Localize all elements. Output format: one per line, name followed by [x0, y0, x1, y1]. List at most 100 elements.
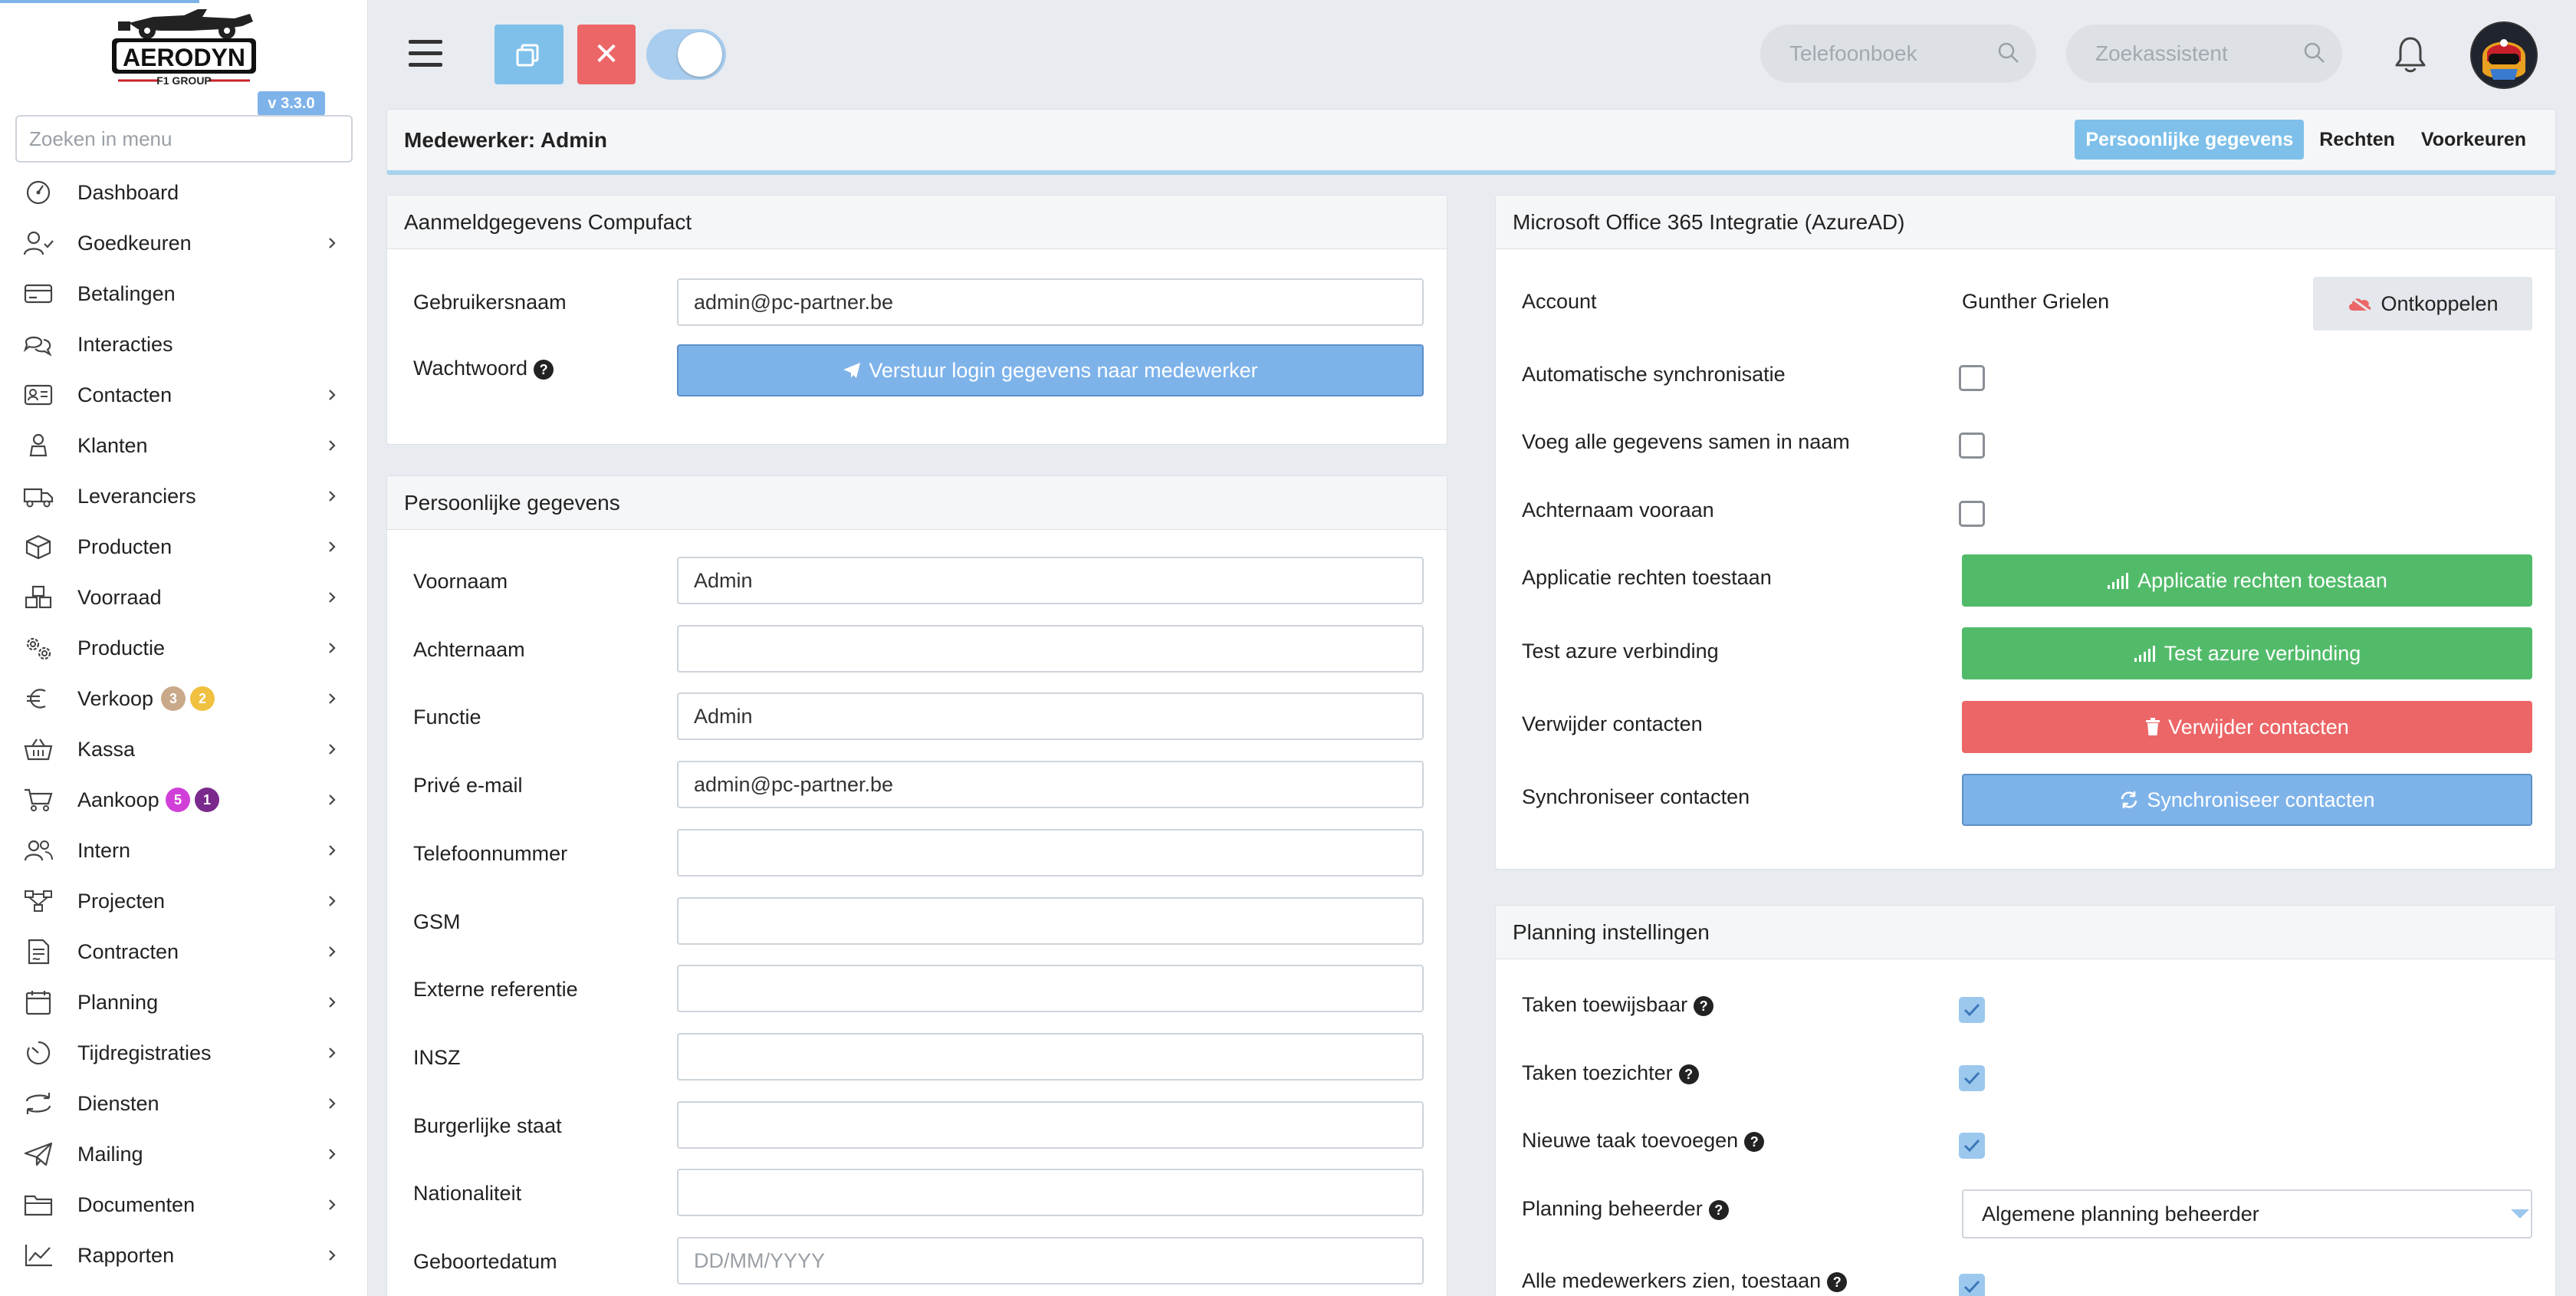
sidebar-item-interacties[interactable]: Interacties — [0, 319, 368, 370]
auto-sync-label: Automatische synchronisatie — [1522, 363, 1786, 386]
voornaam-input[interactable] — [677, 557, 1424, 604]
password-label: Wachtwoord? — [413, 357, 554, 380]
tab-voorkeuren[interactable]: Voorkeuren — [2410, 120, 2537, 160]
sidebar-item-planning[interactable]: Planning — [0, 977, 368, 1028]
notification-bell-icon[interactable] — [2394, 35, 2427, 74]
new-task-checkbox[interactable] — [1959, 1133, 1985, 1159]
gears-icon — [23, 635, 54, 661]
gsm-input[interactable] — [677, 897, 1424, 945]
auto-sync-checkbox[interactable] — [1959, 365, 1985, 391]
toggle-knob — [678, 32, 722, 77]
truck-icon — [23, 483, 54, 509]
diagram-icon — [23, 888, 54, 914]
help-icon[interactable]: ? — [1827, 1271, 1848, 1292]
test-connection-button[interactable]: Test azure verbinding — [1962, 627, 2532, 679]
sidebar-item-label: Rapporten — [77, 1243, 175, 1267]
sidebar-item-contracten[interactable]: Contracten — [0, 926, 368, 977]
app-rights-button[interactable]: Applicatie rechten toestaan — [1962, 554, 2532, 607]
nationaliteit-label: Nationaliteit — [413, 1182, 522, 1205]
functie-input[interactable] — [677, 692, 1424, 740]
send-login-button[interactable]: Verstuur login gegevens naar medewerker — [677, 344, 1424, 396]
search-icon[interactable] — [1996, 41, 2021, 65]
copy-icon — [516, 44, 539, 67]
sidebar-item-label: Goedkeuren — [77, 231, 192, 255]
sidebar-item-tijdregistraties[interactable]: Tijdregistraties — [0, 1028, 368, 1078]
duplicate-button[interactable] — [495, 25, 564, 84]
sidebar-item-aankoop[interactable]: Aankoop 5 1 — [0, 775, 368, 825]
sidebar-item-verkoop[interactable]: Verkoop 3 2 — [0, 673, 368, 724]
tab-rechten[interactable]: Rechten — [2308, 120, 2406, 160]
sync-contacts-button[interactable]: Synchroniseer contacten — [1962, 774, 2532, 826]
help-icon[interactable]: ? — [534, 359, 554, 380]
geboortedatum-input[interactable] — [677, 1237, 1424, 1284]
aerodyn-logo[interactable]: AERODYN F1 GROUP — [100, 3, 268, 87]
sidebar-item-voorraad[interactable]: Voorraad — [0, 572, 368, 623]
sidebar-item-leveranciers[interactable]: Leveranciers — [0, 471, 368, 521]
sidebar-item-mailing[interactable]: Mailing — [0, 1129, 368, 1179]
sidebar-item-kassa[interactable]: Kassa — [0, 724, 368, 775]
assistant-search-input[interactable] — [2066, 25, 2342, 83]
help-icon[interactable]: ? — [1744, 1131, 1765, 1152]
sidebar-item-rapporten[interactable]: Rapporten — [0, 1230, 368, 1281]
delete-contacts-button[interactable]: Verwijder contacten — [1962, 701, 2532, 753]
insz-input[interactable] — [677, 1033, 1424, 1081]
sidebar-item-klanten[interactable]: Klanten — [0, 420, 368, 471]
tasks-supervisor-checkbox[interactable] — [1959, 1065, 1985, 1091]
planning-settings-card: Planning instellingen Taken toewijsbaar?… — [1495, 905, 2556, 1296]
close-button[interactable]: ✕ — [577, 25, 636, 84]
verkoop-badges: 3 2 — [156, 686, 215, 711]
sidebar-item-label: Klanten — [77, 433, 148, 457]
contract-icon — [23, 939, 54, 965]
dashboard-icon — [23, 179, 54, 206]
help-icon[interactable]: ? — [1708, 1199, 1729, 1220]
merge-name-label: Voeg alle gegevens samen in naam — [1522, 430, 1850, 453]
sidebar-item-contacten[interactable]: Contacten — [0, 370, 368, 420]
achternaam-input[interactable] — [677, 625, 1424, 673]
sidebar-item-productie[interactable]: Productie — [0, 623, 368, 673]
nationaliteit-input[interactable] — [677, 1169, 1424, 1216]
signal-icon — [2134, 646, 2155, 662]
insz-label: INSZ — [413, 1046, 461, 1069]
sidebar-item-intern[interactable]: Intern — [0, 825, 368, 876]
chevron-right-icon — [329, 643, 336, 653]
calendar-icon — [23, 989, 54, 1015]
username-input[interactable] — [677, 278, 1424, 326]
burgerlijke-staat-input[interactable] — [677, 1101, 1424, 1149]
sidebar-item-label: Planning — [77, 990, 159, 1014]
sidebar-item-goedkeuren[interactable]: Goedkeuren — [0, 218, 368, 268]
planning-manager-select[interactable]: Algemene planning beheerder — [1962, 1189, 2532, 1238]
telefoonnummer-label: Telefoonnummer — [413, 842, 568, 865]
mode-toggle[interactable] — [646, 29, 726, 80]
sidebar-item-dashboard[interactable]: Dashboard — [0, 167, 368, 218]
disconnect-button[interactable]: Ontkoppelen — [2313, 277, 2532, 331]
sidebar-item-betalingen[interactable]: Betalingen — [0, 268, 368, 319]
basket-icon — [23, 736, 54, 762]
sidebar-item-producten[interactable]: Producten — [0, 521, 368, 572]
cloud-off-icon — [2349, 295, 2371, 312]
merge-name-checkbox[interactable] — [1959, 433, 1985, 459]
prive-email-input[interactable] — [677, 761, 1424, 808]
hamburger-menu-icon[interactable] — [409, 38, 442, 69]
menu-search-input[interactable] — [15, 115, 353, 163]
lastname-first-checkbox[interactable] — [1959, 501, 1985, 527]
help-icon[interactable]: ? — [1678, 1064, 1699, 1084]
new-task-label: Nieuwe taak toevoegen? — [1522, 1129, 1765, 1153]
tab-persoonlijke-gegevens[interactable]: Persoonlijke gegevens — [2075, 120, 2305, 160]
sidebar-item-diensten[interactable]: Diensten — [0, 1078, 368, 1129]
sidebar-item-projecten[interactable]: Projecten — [0, 876, 368, 926]
user-avatar[interactable] — [2470, 21, 2538, 89]
disconnect-label: Ontkoppelen — [2380, 291, 2499, 315]
cart-icon — [23, 787, 54, 813]
telefoonnummer-input[interactable] — [677, 829, 1424, 877]
phonebook-search-input[interactable] — [1760, 25, 2036, 83]
sidebar-item-documenten[interactable]: Documenten — [0, 1179, 368, 1230]
search-icon[interactable] — [2302, 41, 2327, 65]
card-title: Aanmeldgegevens Compufact — [387, 196, 1447, 249]
see-all-checkbox[interactable] — [1959, 1274, 1985, 1296]
help-icon[interactable]: ? — [1694, 995, 1714, 1016]
user-check-icon — [23, 230, 54, 256]
brand-subtitle: F1 GROUP — [156, 74, 212, 87]
externe-referentie-input[interactable] — [677, 965, 1424, 1012]
count-badge: 2 — [190, 686, 215, 711]
tasks-assignable-checkbox[interactable] — [1959, 997, 1985, 1023]
